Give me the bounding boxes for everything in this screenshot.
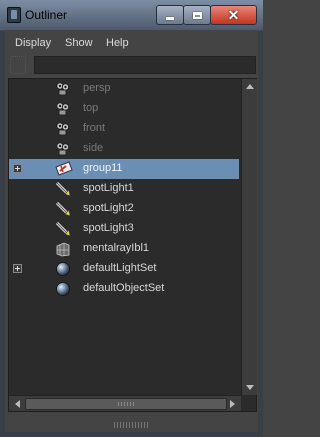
- outliner-panel: Display Show Help defaultObjectSet defaul…: [5, 30, 258, 432]
- outliner-row-defaultLightSet[interactable]: defaultLightSet: [9, 259, 239, 279]
- row-label: defaultLightSet: [83, 262, 157, 274]
- close-icon: ✕: [227, 7, 240, 23]
- outliner-row-front[interactable]: front: [9, 119, 239, 139]
- menu-display[interactable]: Display: [15, 37, 51, 49]
- search-filter-field[interactable]: [34, 56, 256, 74]
- outliner-row-top[interactable]: top: [9, 99, 239, 119]
- close-button[interactable]: ✕: [210, 5, 257, 25]
- menu-bar: Display Show Help: [5, 30, 258, 54]
- maximize-icon: [192, 11, 202, 19]
- row-label: spotLight2: [83, 202, 134, 214]
- window-title: Outliner: [25, 8, 68, 22]
- row-label: persp: [83, 82, 111, 94]
- outliner-row-defaultObjectSet[interactable]: defaultObjectSet: [9, 279, 239, 299]
- app-icon: [7, 7, 21, 23]
- outliner-row-group11[interactable]: group11: [9, 159, 239, 179]
- horizontal-scroll-thumb[interactable]: [25, 398, 227, 410]
- grip-icon: [118, 402, 134, 406]
- row-label: defaultObjectSet: [83, 282, 165, 294]
- outliner-row-persp[interactable]: persp: [9, 79, 239, 99]
- outliner-window: Outliner ✕ Display Show Help defaultObje…: [0, 0, 263, 437]
- camera-icon: [55, 121, 71, 137]
- camera-icon: [55, 81, 71, 97]
- set-sphere-icon: [55, 281, 71, 297]
- camera-icon: [55, 101, 71, 117]
- filter-toolbar: [5, 54, 258, 76]
- set-sphere-icon: [55, 261, 71, 277]
- title-bar[interactable]: Outliner ✕: [0, 0, 263, 30]
- spotlight-icon: [55, 221, 71, 237]
- scroll-left-icon[interactable]: [15, 400, 20, 408]
- outliner-row-spotLight1[interactable]: spotLight1: [9, 179, 239, 199]
- resize-grip-icon[interactable]: [114, 422, 148, 428]
- row-label: mentalrayIbl1: [83, 242, 150, 254]
- expand-icon[interactable]: [13, 264, 22, 273]
- camera-icon: [55, 141, 71, 157]
- row-label: side: [83, 142, 104, 154]
- row-label: spotLight1: [83, 182, 134, 194]
- vertical-scrollbar[interactable]: [241, 79, 257, 395]
- outliner-list[interactable]: defaultObjectSet defaultLightSet mentalray…: [8, 78, 257, 412]
- row-label: spotLight3: [83, 222, 134, 234]
- ibl-icon: [55, 241, 71, 257]
- menu-help[interactable]: Help: [106, 37, 129, 49]
- scroll-down-icon[interactable]: [246, 385, 254, 390]
- menu-show[interactable]: Show: [65, 37, 93, 49]
- filter-toggle-icon[interactable]: [10, 56, 26, 74]
- row-label: front: [83, 122, 106, 134]
- outliner-row-mentalrayIbl1[interactable]: mentalrayIbl1: [9, 239, 239, 259]
- scroll-up-icon[interactable]: [246, 84, 254, 89]
- minimize-icon: [166, 16, 174, 20]
- maximize-button[interactable]: [183, 5, 211, 25]
- row-label: group11: [83, 162, 123, 174]
- group-transform-icon: [55, 161, 73, 177]
- scroll-right-icon[interactable]: [230, 400, 235, 408]
- horizontal-scrollbar[interactable]: [9, 395, 241, 411]
- expand-icon[interactable]: [13, 164, 22, 173]
- outliner-row-spotLight3[interactable]: spotLight3: [9, 219, 239, 239]
- minimize-button[interactable]: [156, 5, 184, 25]
- outliner-row-side[interactable]: side: [9, 139, 239, 159]
- spotlight-icon: [55, 181, 71, 197]
- spotlight-icon: [55, 201, 71, 217]
- row-label: top: [83, 102, 99, 114]
- outliner-row-spotLight2[interactable]: spotLight2: [9, 199, 239, 219]
